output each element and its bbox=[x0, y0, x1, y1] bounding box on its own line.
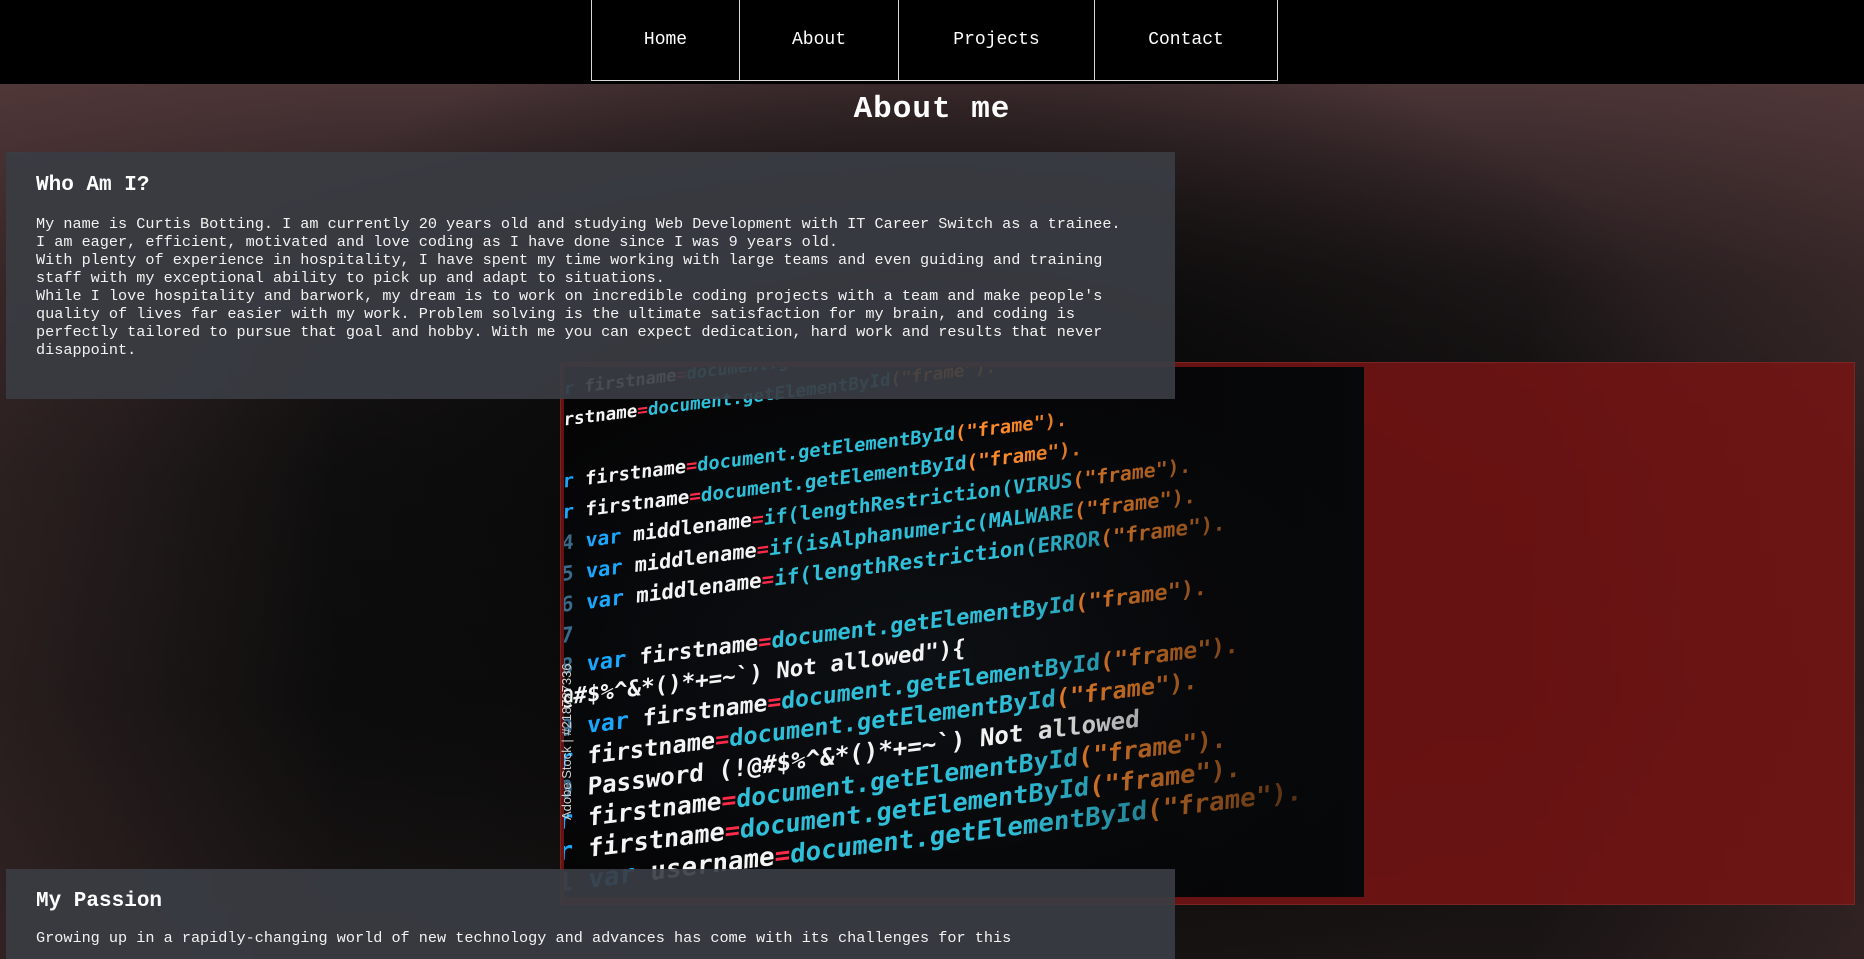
stock-watermark-label: Adobe Stock | #218727336 bbox=[559, 663, 574, 820]
nav-home-link[interactable]: Home bbox=[591, 0, 740, 81]
top-nav-bar: Home About Projects Contact bbox=[0, 0, 1864, 84]
nav-about-link[interactable]: About bbox=[739, 0, 899, 81]
depth-fade-overlay bbox=[564, 367, 1364, 897]
who-am-i-panel: Who Am I? My name is Curtis Botting. I a… bbox=[6, 152, 1175, 399]
my-passion-heading: My Passion bbox=[36, 890, 163, 913]
nav-projects-link[interactable]: Projects bbox=[898, 0, 1095, 81]
main-nav: Home About Projects Contact bbox=[591, 0, 1278, 81]
page-title: About me bbox=[853, 92, 1011, 127]
who-am-i-heading: Who Am I? bbox=[36, 174, 150, 197]
code-illustration: var firstname=document.getElementById("f… bbox=[564, 367, 1364, 897]
my-passion-text: Growing up in a rapidly-changing world o… bbox=[36, 929, 1012, 947]
nav-contact-link[interactable]: Contact bbox=[1094, 0, 1278, 81]
my-passion-panel: My Passion Growing up in a rapidly-chang… bbox=[6, 869, 1175, 959]
code-screenshot-image: var firstname=document.getElementById("f… bbox=[564, 367, 1364, 897]
who-am-i-text: My name is Curtis Botting. I am currentl… bbox=[36, 215, 1121, 359]
